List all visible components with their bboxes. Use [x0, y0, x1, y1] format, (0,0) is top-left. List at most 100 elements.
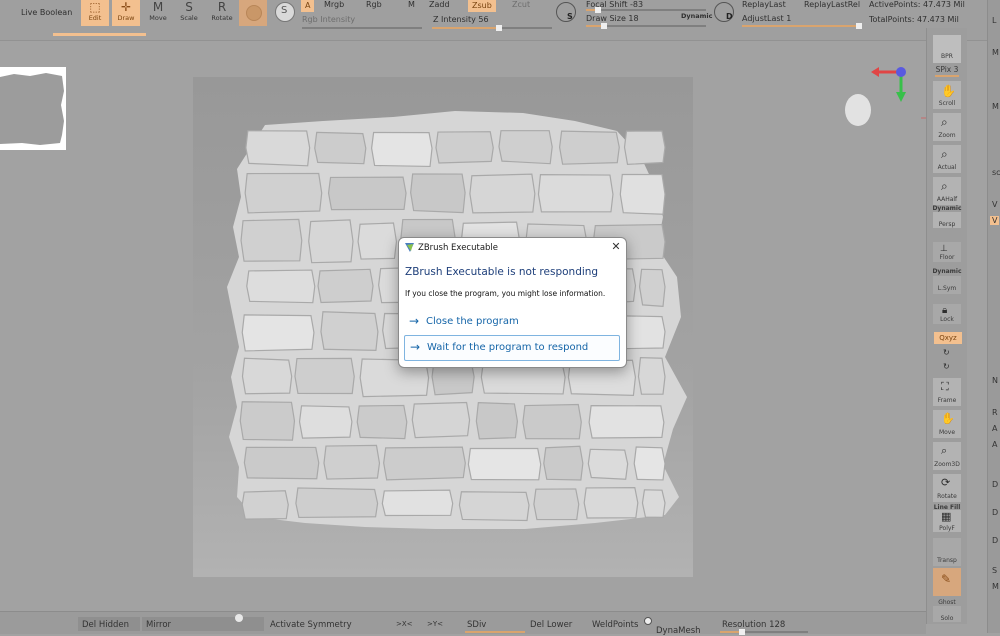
- z-intensity-track[interactable]: [432, 25, 552, 31]
- stone-block: [533, 488, 580, 521]
- edge-label-a1[interactable]: A: [992, 424, 997, 433]
- weld-radio-icon[interactable]: [644, 617, 652, 625]
- edge-label-l[interactable]: L: [992, 16, 996, 25]
- symmetry-x-button[interactable]: >X<: [396, 620, 413, 628]
- frame-button[interactable]: ⛶ Frame: [933, 378, 961, 406]
- zoom3d-button[interactable]: ⌕ Zoom3D: [933, 442, 961, 470]
- rotate-button[interactable]: R Rotate: [208, 0, 236, 26]
- spix-track[interactable]: [935, 75, 959, 77]
- lock-button[interactable]: 🔒︎ Lock: [933, 304, 961, 324]
- adjust-last-track[interactable]: [742, 23, 862, 29]
- rotate-z-icon[interactable]: ↻: [943, 362, 950, 371]
- focal-shift-track[interactable]: [586, 7, 706, 13]
- polyf-button[interactable]: ▦ PolyF: [933, 510, 961, 532]
- move-view-button[interactable]: ✋ Move: [933, 410, 961, 438]
- stone-block: [241, 490, 289, 520]
- zoom-button[interactable]: ⌕ Zoom: [933, 113, 961, 141]
- symmetry-y-button[interactable]: >Y<: [427, 620, 443, 628]
- edge-label-d2[interactable]: D: [992, 508, 998, 517]
- resolution-slider[interactable]: Resolution 128: [722, 620, 785, 630]
- mirror-radio-icon[interactable]: [235, 614, 243, 622]
- dynamic-toggle[interactable]: Dynamic: [681, 12, 713, 20]
- close-program-label: Close the program: [426, 316, 519, 327]
- stroke-s-icon[interactable]: S: [556, 2, 576, 22]
- focal-shift-knob[interactable]: [595, 7, 601, 13]
- edge-label-d3[interactable]: D: [992, 536, 998, 545]
- edge-label-v2[interactable]: V: [990, 216, 1000, 225]
- z-intensity-knob[interactable]: [496, 25, 503, 31]
- edge-label-m2[interactable]: M: [992, 102, 999, 111]
- dialog-close-button[interactable]: ✕: [610, 240, 622, 253]
- mrgb-button[interactable]: Mrgb: [324, 0, 344, 9]
- rgb-intensity-track[interactable]: [302, 27, 422, 29]
- edge-label-m3[interactable]: M: [992, 582, 999, 591]
- rgb-button[interactable]: Rgb: [366, 0, 382, 9]
- zcut-button[interactable]: Zcut: [512, 0, 530, 9]
- persp-button[interactable]: Persp: [933, 212, 961, 228]
- stone-block: [294, 357, 355, 395]
- dynamesh-button[interactable]: DynaMesh: [656, 626, 701, 636]
- edge-label-v1[interactable]: V: [992, 200, 997, 209]
- del-lower-button[interactable]: Del Lower: [530, 620, 572, 630]
- live-boolean-button[interactable]: Live Boolean: [21, 8, 72, 17]
- close-program-button[interactable]: → Close the program: [404, 310, 618, 334]
- floor-button[interactable]: ⊥ Floor: [933, 242, 961, 262]
- rotate-view-button[interactable]: ⟳ Rotate: [933, 474, 961, 502]
- material-sphere-button[interactable]: [239, 0, 267, 26]
- lsym-button[interactable]: L.Sym: [933, 276, 961, 294]
- sdiv-slider[interactable]: SDiv: [467, 620, 486, 630]
- stroke-d-icon[interactable]: D: [714, 2, 734, 22]
- stone-block: [356, 404, 408, 440]
- edge-label-s[interactable]: S: [992, 566, 997, 575]
- edge-label-sc[interactable]: sc: [992, 168, 1000, 177]
- move-hand-icon: ✋: [941, 412, 955, 425]
- del-hidden-button[interactable]: Del Hidden: [82, 620, 129, 630]
- replay-last-button[interactable]: ReplayLast: [742, 0, 786, 9]
- m-button[interactable]: M: [408, 0, 415, 9]
- dialog-heading: ZBrush Executable is not responding: [405, 266, 599, 278]
- solo-button[interactable]: Solo: [933, 606, 961, 622]
- right-edge-panel: L M M sc V V N R A A D D D S M: [987, 0, 1000, 633]
- spix-slider[interactable]: SPix 3: [927, 65, 967, 74]
- scroll-button[interactable]: ✋ Scroll: [933, 81, 961, 109]
- weld-points-button[interactable]: WeldPoints: [592, 620, 638, 630]
- transp-button[interactable]: Transp: [933, 538, 961, 566]
- draw-size-knob[interactable]: [601, 23, 607, 29]
- adjust-last-knob[interactable]: [856, 23, 862, 29]
- bpr-button[interactable]: BPR: [933, 35, 961, 63]
- texture-swatch[interactable]: S: [275, 2, 295, 22]
- replay-last-rel-button[interactable]: ReplayLastRel: [804, 0, 860, 9]
- not-responding-dialog: ZBrush Executable ✕ ZBrush Executable is…: [398, 237, 627, 368]
- stone-block: [588, 405, 665, 439]
- move-button[interactable]: M Move: [144, 0, 172, 26]
- resolution-knob[interactable]: [739, 629, 745, 635]
- edge-label-m1[interactable]: M: [992, 48, 999, 57]
- draw-size-slider[interactable]: Draw Size 18: [586, 14, 639, 23]
- rgb-intensity-slider[interactable]: Rgb Intensity: [302, 15, 355, 24]
- edge-label-r[interactable]: R: [992, 408, 998, 417]
- zadd-button[interactable]: Zadd: [429, 0, 450, 9]
- scale-button[interactable]: S Scale: [175, 0, 203, 26]
- edge-label-a2[interactable]: A: [992, 440, 997, 449]
- close-icon: ✕: [611, 240, 621, 253]
- navigation-gizmo[interactable]: [833, 62, 928, 137]
- edge-label-n[interactable]: N: [992, 376, 998, 385]
- wait-program-button[interactable]: → Wait for the program to respond: [404, 335, 620, 361]
- edge-label-d1[interactable]: D: [992, 480, 998, 489]
- a-button[interactable]: A: [301, 0, 315, 12]
- actual-button[interactable]: ⌕ Actual: [933, 145, 961, 173]
- z-intensity-slider[interactable]: Z Intensity 56: [433, 15, 489, 24]
- xyz-button[interactable]: Qxyz: [934, 332, 962, 344]
- draw-button[interactable]: ✛ Draw: [112, 0, 140, 26]
- zsub-button[interactable]: Zsub: [468, 0, 496, 12]
- edit-icon: ⬚: [89, 0, 101, 14]
- activate-symmetry-button[interactable]: Activate Symmetry: [270, 620, 352, 630]
- rotate-y-icon[interactable]: ↻: [943, 348, 950, 357]
- edit-button[interactable]: ⬚ Edit: [81, 0, 109, 26]
- draw-size-track[interactable]: [586, 23, 706, 29]
- aahalf-button[interactable]: ⌕ AAHalf: [933, 177, 961, 205]
- ghost-button[interactable]: ✎: [933, 568, 961, 596]
- document-thumbnail[interactable]: [0, 67, 66, 150]
- mirror-button[interactable]: Mirror: [146, 620, 171, 630]
- adjust-last-slider[interactable]: AdjustLast 1: [742, 14, 791, 23]
